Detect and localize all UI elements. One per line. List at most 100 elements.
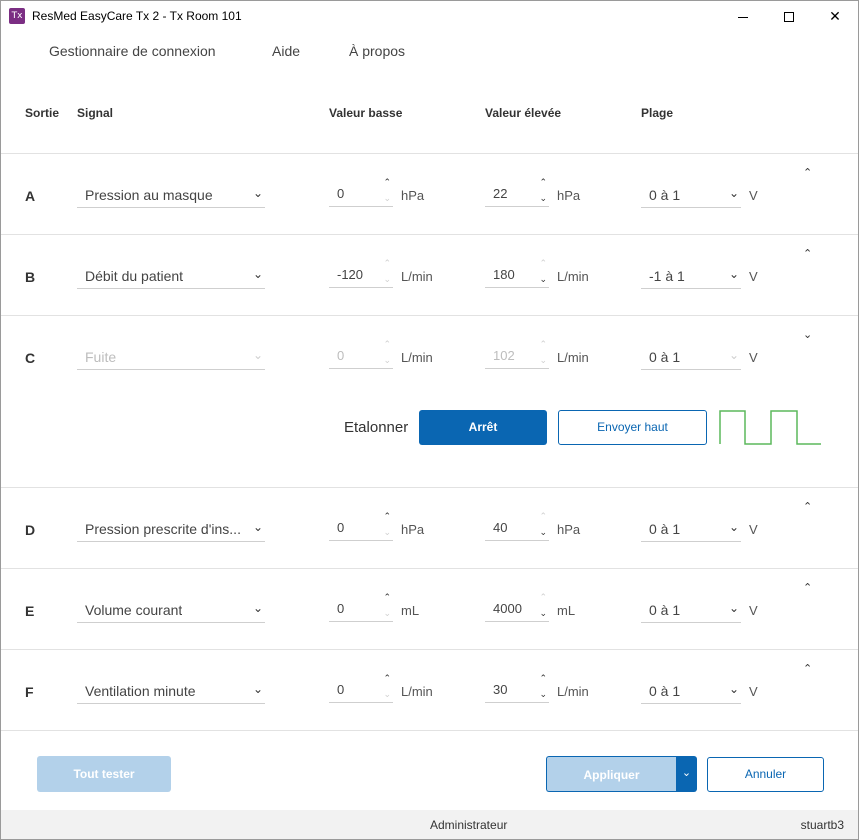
high-unit: L/min: [557, 269, 589, 284]
user-role: Administrateur: [430, 818, 508, 832]
low-value-input[interactable]: 0 ⌃ ⌄: [329, 177, 393, 207]
menu-about[interactable]: À propos: [349, 43, 405, 59]
output-row-a: A Pression au masque ⌄ 0 ⌃ ⌄ hPa 22 ⌃ ⌄ hPa…: [1, 153, 858, 234]
maximize-button[interactable]: [766, 1, 812, 32]
low-value-input[interactable]: 0 ⌃ ⌄: [329, 592, 393, 622]
decrement-icon[interactable]: ⌄: [539, 193, 547, 203]
decrement-icon[interactable]: ⌄: [539, 608, 547, 618]
low-value-input[interactable]: 0 ⌃ ⌄: [329, 673, 393, 703]
increment-icon[interactable]: ⌃: [383, 177, 391, 187]
chevron-down-icon: ⌄: [252, 186, 263, 200]
increment-icon[interactable]: ⌃: [383, 258, 391, 268]
title-bar: Tx ResMed EasyCare Tx 2 - Tx Room 101 ✕: [1, 1, 858, 32]
decrement-icon[interactable]: ⌄: [539, 689, 547, 699]
high-unit: hPa: [557, 188, 581, 203]
high-value-input[interactable]: 30 ⌃ ⌄: [485, 673, 549, 703]
decrement-icon[interactable]: ⌄: [539, 527, 547, 537]
decrement-icon[interactable]: ⌄: [383, 274, 391, 284]
high-value: 22: [493, 186, 508, 201]
chevron-up-icon[interactable]: ⌃: [803, 662, 812, 675]
high-value-input[interactable]: 40 ⌃ ⌄: [485, 511, 549, 541]
range-select[interactable]: -1 à 1 ⌄: [641, 265, 741, 289]
output-label: B: [25, 269, 36, 285]
output-label: D: [25, 522, 36, 538]
off-button[interactable]: Arrêt: [419, 410, 547, 445]
increment-icon[interactable]: ⌃: [539, 177, 547, 187]
test-all-button[interactable]: Tout tester: [37, 756, 171, 792]
range-select[interactable]: 0 à 1 ⌄: [641, 184, 741, 208]
high-value: 40: [493, 520, 508, 535]
header-signal: Signal: [77, 106, 114, 120]
increment-icon[interactable]: ⌃: [539, 258, 547, 268]
increment-icon[interactable]: ⌃: [539, 339, 547, 349]
high-value-input[interactable]: 180 ⌃ ⌄: [485, 258, 549, 288]
menu-connection-manager[interactable]: Gestionnaire de connexion: [49, 43, 216, 59]
decrement-icon[interactable]: ⌄: [539, 274, 547, 284]
apply-button[interactable]: Appliquer: [546, 756, 676, 792]
chevron-up-icon[interactable]: ⌃: [803, 247, 812, 260]
range-unit: V: [749, 603, 758, 618]
output-row-f: F Ventilation minute ⌄ 0 ⌃ ⌄ L/min 30 ⌃ ⌄ L…: [1, 649, 858, 731]
range-select[interactable]: 0 à 1 ⌄: [641, 518, 741, 542]
decrement-icon[interactable]: ⌄: [383, 527, 391, 537]
low-unit: L/min: [401, 684, 433, 699]
high-value-input[interactable]: 102 ⌃ ⌄: [485, 339, 549, 369]
high-unit: L/min: [557, 684, 589, 699]
minimize-button[interactable]: [720, 1, 766, 32]
high-value-input[interactable]: 4000 ⌃ ⌄: [485, 592, 549, 622]
send-high-button[interactable]: Envoyer haut: [558, 410, 707, 445]
square-wave-icon: [719, 410, 821, 445]
output-row-b: B Débit du patient ⌄ -120 ⌃ ⌄ L/min 180 ⌃ ⌄…: [1, 234, 858, 315]
apply-dropdown-button[interactable]: ⌄: [676, 756, 697, 792]
signal-value: Ventilation minute: [85, 683, 196, 699]
low-value-input[interactable]: 0 ⌃ ⌄: [329, 339, 393, 369]
increment-icon[interactable]: ⌃: [383, 339, 391, 349]
decrement-icon[interactable]: ⌄: [383, 608, 391, 618]
signal-select[interactable]: Pression au masque ⌄: [77, 184, 265, 208]
high-unit: L/min: [557, 350, 589, 365]
increment-icon[interactable]: ⌃: [539, 673, 547, 683]
calibrate-label: Etalonner: [344, 419, 409, 436]
range-value: 0 à 1: [649, 521, 681, 537]
close-button[interactable]: ✕: [812, 1, 858, 32]
increment-icon[interactable]: ⌃: [383, 592, 391, 602]
range-select[interactable]: 0 à 1 ⌄: [641, 599, 741, 623]
header-range: Plage: [641, 106, 674, 120]
signal-select[interactable]: Pression prescrite d'ins... ⌄: [77, 518, 265, 542]
signal-select[interactable]: Fuite ⌄: [77, 346, 265, 370]
chevron-up-icon[interactable]: ⌃: [803, 166, 812, 179]
chevron-down-icon: ⌄: [728, 186, 739, 200]
low-value-input[interactable]: 0 ⌃ ⌄: [329, 511, 393, 541]
high-unit: mL: [557, 603, 576, 618]
low-unit: hPa: [401, 522, 425, 537]
decrement-icon[interactable]: ⌄: [383, 193, 391, 203]
range-select[interactable]: 0 à 1 ⌄: [641, 346, 741, 370]
increment-icon[interactable]: ⌃: [383, 673, 391, 683]
decrement-icon[interactable]: ⌄: [383, 355, 391, 365]
increment-icon[interactable]: ⌃: [539, 592, 547, 602]
menu-help[interactable]: Aide: [272, 43, 300, 59]
high-value: 30: [493, 682, 508, 697]
low-value-input[interactable]: -120 ⌃ ⌄: [329, 258, 393, 288]
high-value-input[interactable]: 22 ⌃ ⌄: [485, 177, 549, 207]
output-row-e: E Volume courant ⌄ 0 ⌃ ⌄ mL 4000 ⌃ ⌄ mL 0 à…: [1, 568, 858, 649]
chevron-down-icon: ⌄: [252, 601, 263, 615]
range-unit: V: [749, 188, 758, 203]
range-value: 0 à 1: [649, 602, 681, 618]
increment-icon[interactable]: ⌃: [383, 511, 391, 521]
cancel-button[interactable]: Annuler: [707, 757, 824, 792]
decrement-icon[interactable]: ⌄: [539, 355, 547, 365]
increment-icon[interactable]: ⌃: [539, 511, 547, 521]
signal-select[interactable]: Ventilation minute ⌄: [77, 680, 265, 704]
chevron-up-icon[interactable]: ⌃: [803, 500, 812, 513]
chevron-down-icon[interactable]: ⌄: [803, 328, 812, 341]
low-value: 0: [337, 520, 345, 535]
chevron-up-icon[interactable]: ⌃: [803, 581, 812, 594]
range-value: 0 à 1: [649, 683, 681, 699]
decrement-icon[interactable]: ⌄: [383, 689, 391, 699]
signal-select[interactable]: Débit du patient ⌄: [77, 265, 265, 289]
low-value: 0: [337, 348, 345, 363]
signal-select[interactable]: Volume courant ⌄: [77, 599, 265, 623]
range-select[interactable]: 0 à 1 ⌄: [641, 680, 741, 704]
output-label: F: [25, 684, 34, 700]
